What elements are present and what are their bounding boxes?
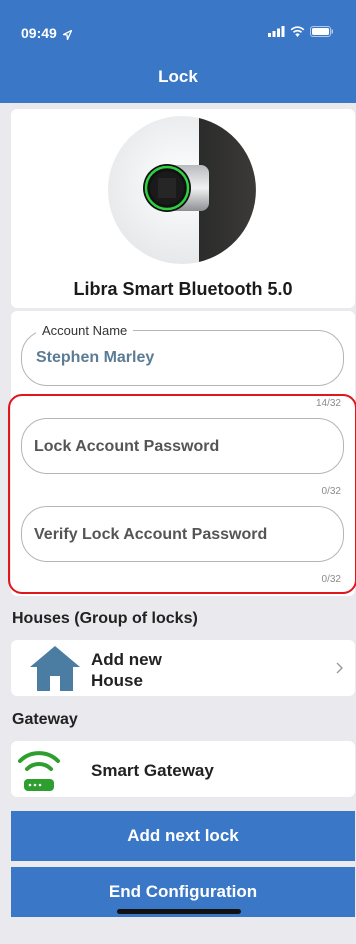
- account-name-counter: 14/32: [315, 398, 341, 409]
- account-name-field[interactable]: Account Name Stephen Marley: [21, 323, 344, 386]
- status-icons: [268, 26, 334, 37]
- app-header: 09:49 Lock: [0, 0, 356, 103]
- home-indicator: [117, 909, 241, 914]
- battery-icon: [310, 26, 333, 37]
- chevron-right-icon: [336, 662, 343, 674]
- house-icon: [30, 646, 80, 691]
- device-card: Libra Smart Bluetooth 5.0: [11, 109, 355, 308]
- lock-password-field[interactable]: Lock Account Password: [21, 418, 344, 474]
- location-arrow-icon: [61, 27, 73, 45]
- verify-password-counter: 0/32: [321, 574, 341, 585]
- verify-password-placeholder: Verify Lock Account Password: [34, 526, 268, 543]
- device-name: Libra Smart Bluetooth 5.0: [73, 279, 293, 299]
- houses-section-title: Houses (Group of locks): [12, 610, 198, 627]
- lock-password-placeholder: Lock Account Password: [34, 438, 220, 455]
- add-house-label: Add new House: [91, 650, 162, 690]
- smart-gateway-label: Smart Gateway: [91, 761, 214, 780]
- add-house-row[interactable]: Add new House: [11, 640, 355, 696]
- account-form: Account Name Stephen Marley 14/32 Lock A…: [11, 311, 355, 596]
- verify-password-field[interactable]: Verify Lock Account Password: [21, 506, 344, 562]
- smart-gateway-row[interactable]: Smart Gateway: [11, 741, 355, 797]
- lock-password-counter: 0/32: [321, 486, 341, 497]
- page-title: Lock: [158, 67, 198, 86]
- status-time: 09:49: [21, 25, 57, 41]
- gateway-section-title: Gateway: [12, 711, 78, 728]
- signal-icon: [268, 26, 285, 37]
- wifi-gateway-icon: [18, 751, 60, 791]
- smart-lock-image: [108, 116, 256, 264]
- wifi-icon: [290, 26, 305, 37]
- account-name-value[interactable]: Stephen Marley: [36, 349, 154, 367]
- add-next-lock-button[interactable]: Add next lock: [11, 811, 355, 861]
- account-name-label: Account Name: [36, 323, 134, 338]
